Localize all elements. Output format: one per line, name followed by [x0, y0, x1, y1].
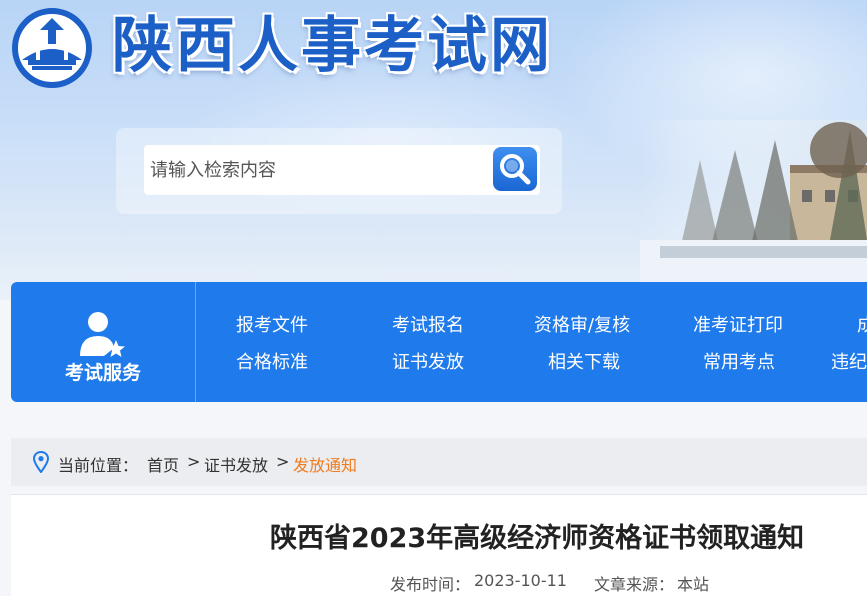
- nav-item-admission-ticket[interactable]: 准考证打印: [693, 311, 783, 337]
- user-star-icon: [80, 312, 125, 357]
- service-label: 考试服务: [64, 362, 141, 384]
- source-value: 本站: [677, 575, 710, 594]
- nav-item-certificate-issuance[interactable]: 证书发放: [392, 348, 464, 374]
- publish-date: 2023-10-11: [474, 571, 567, 590]
- nav-item-exam-registration[interactable]: 考试报名: [392, 311, 464, 337]
- breadcrumb: [11, 438, 867, 486]
- nav-item-qualification-review[interactable]: 资格审/复核: [534, 311, 630, 337]
- search-button[interactable]: [493, 147, 537, 191]
- site-logo-icon: [12, 8, 92, 88]
- nav-item-row2-truncated[interactable]: 违纪: [831, 348, 867, 374]
- nav-item-downloads[interactable]: 相关下载: [548, 348, 620, 374]
- nav-item-application-docs[interactable]: 报考文件: [236, 311, 308, 337]
- breadcrumb-certificate-issuance[interactable]: 证书发放: [204, 452, 268, 476]
- publish-date-label: 发布时间：: [390, 575, 471, 594]
- site-title: 陕西人事考试网: [112, 11, 553, 81]
- location-pin-icon: [33, 451, 49, 473]
- breadcrumb-current[interactable]: 发放通知: [293, 452, 357, 476]
- search-icon: [500, 154, 531, 185]
- nav-item-exam-sites[interactable]: 常用考点: [703, 348, 775, 374]
- search-input[interactable]: [144, 145, 492, 195]
- source-label: 文章来源：: [594, 575, 675, 594]
- breadcrumb-home[interactable]: 首页: [147, 452, 179, 476]
- breadcrumb-separator: >: [276, 452, 290, 471]
- breadcrumb-prefix: 当前位置：: [58, 456, 139, 475]
- breadcrumb-separator: >: [187, 452, 201, 471]
- campus-scenery-image: [640, 120, 867, 285]
- nav-item-passing-standard[interactable]: 合格标准: [236, 348, 308, 374]
- nav-item-row1-truncated[interactable]: 成: [857, 311, 867, 337]
- article-title: 陕西省2023年高级经济师资格证书领取通知: [270, 523, 805, 554]
